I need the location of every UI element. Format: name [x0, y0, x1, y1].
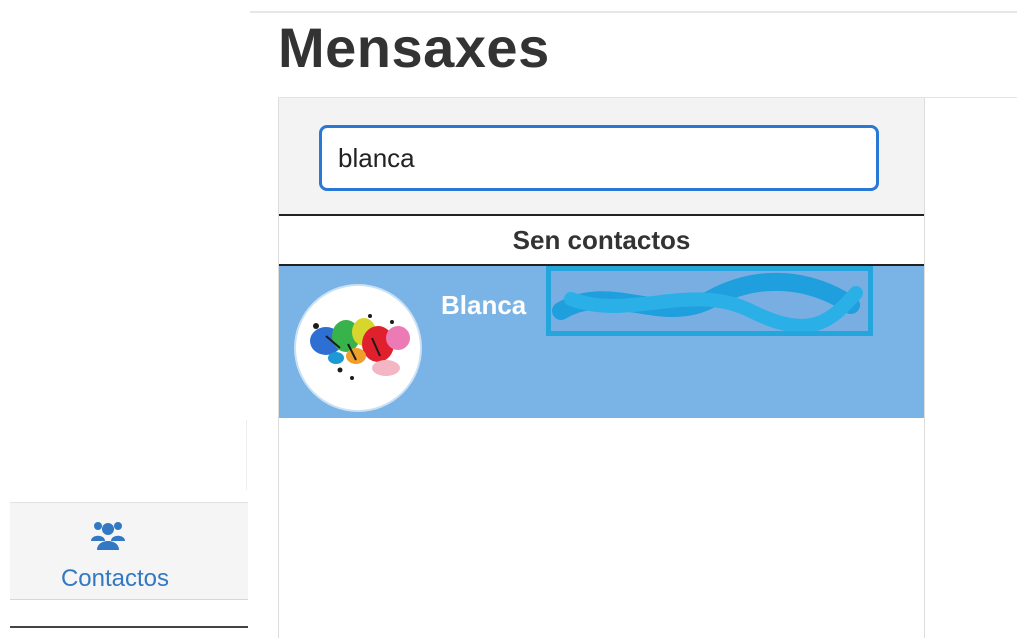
- top-divider: [250, 11, 1017, 13]
- search-bar: [279, 98, 924, 216]
- sidebar-divider: [246, 420, 247, 490]
- redaction-overlay: [546, 266, 873, 336]
- users-icon: [91, 522, 125, 550]
- nav-contacts[interactable]: Contactos: [10, 502, 248, 600]
- page-title: Mensaxes: [278, 16, 550, 79]
- section-header-no-contacts: Sen contactos: [279, 216, 924, 266]
- messages-panel: Sen contactos Blanca: [278, 98, 925, 638]
- bottom-divider: [10, 626, 248, 628]
- contact-result-row[interactable]: Blanca: [279, 266, 924, 418]
- nav-contacts-label: Contactos: [60, 565, 170, 592]
- scribble-redaction-icon: [552, 272, 863, 331]
- avatar[interactable]: [296, 286, 420, 410]
- paint-splash-icon: [296, 286, 420, 410]
- search-input[interactable]: [319, 125, 879, 191]
- contact-name: Blanca: [441, 290, 527, 320]
